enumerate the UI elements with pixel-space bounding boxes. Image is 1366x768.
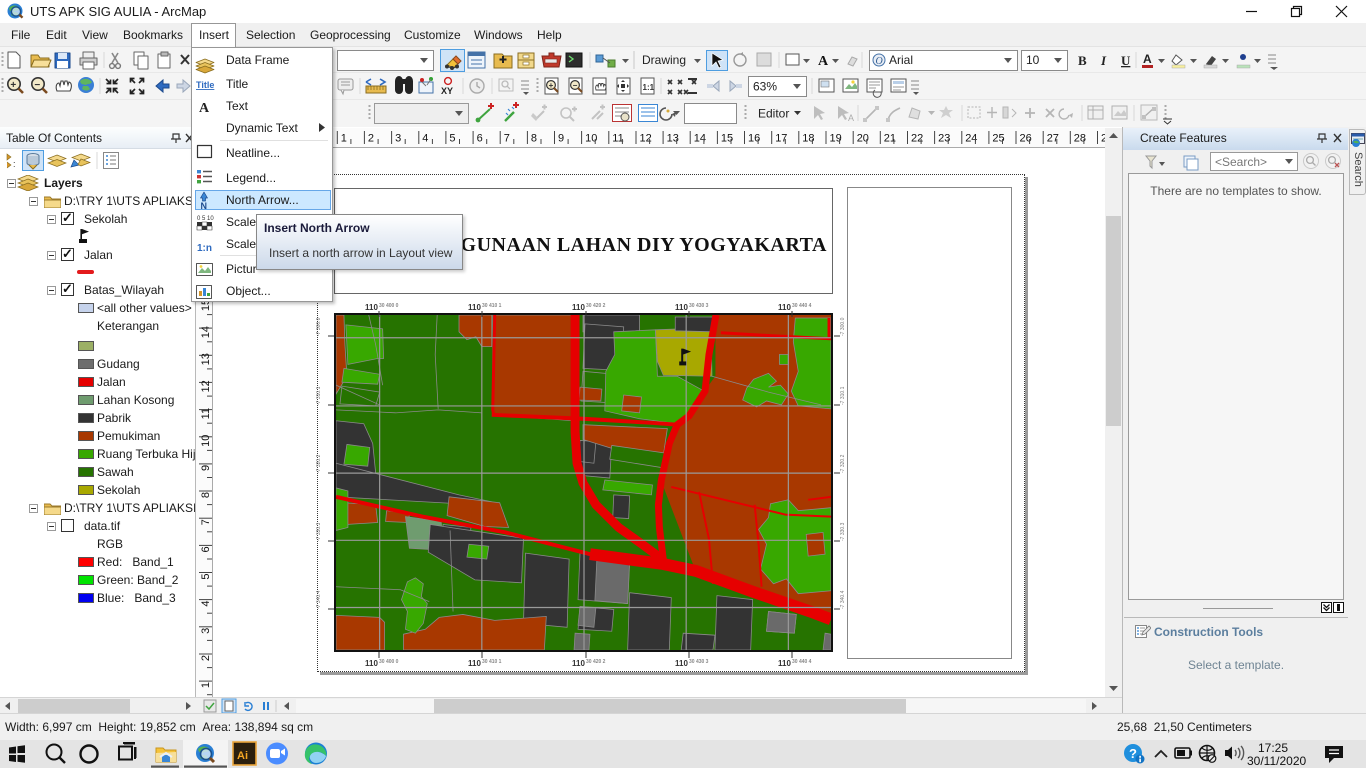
svg-text:Ai: Ai (237, 750, 248, 762)
